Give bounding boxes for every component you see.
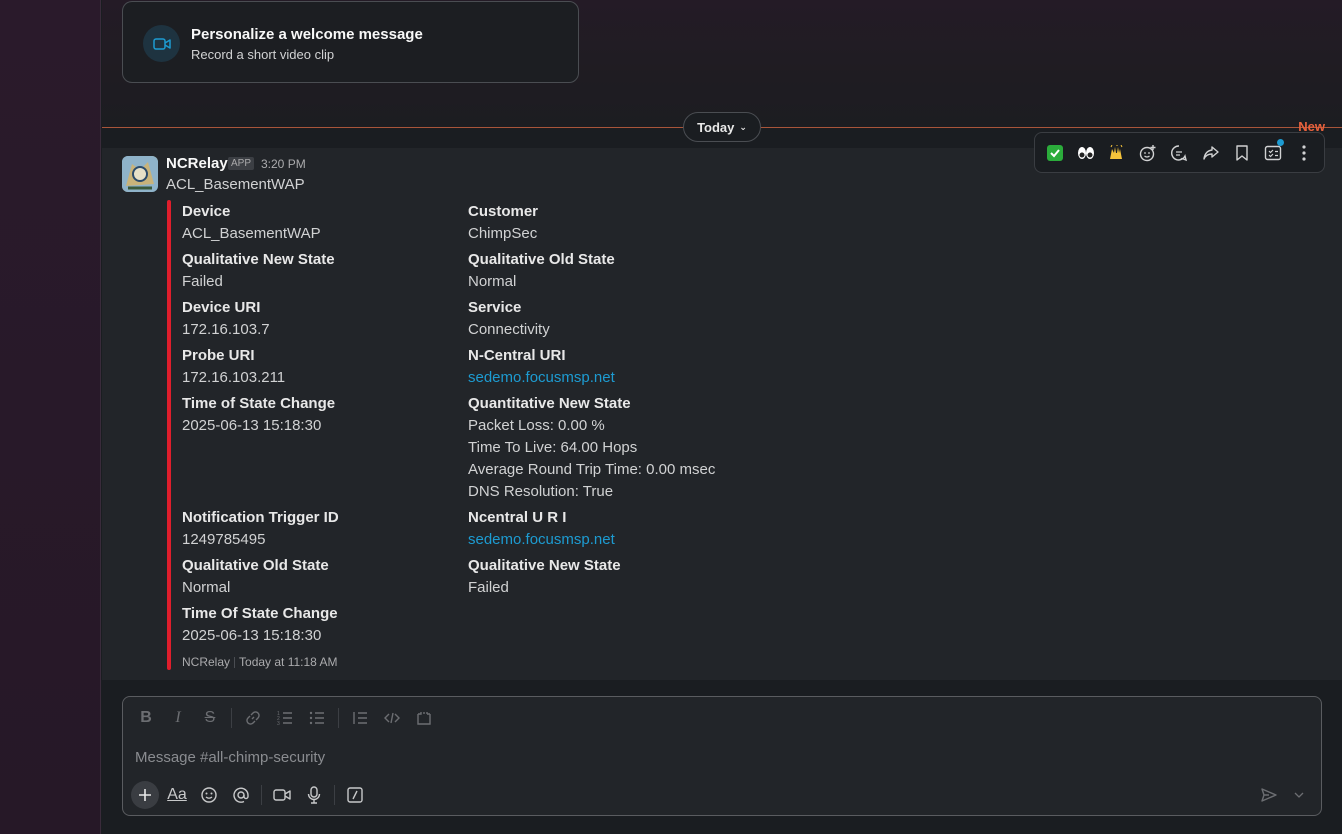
more-actions-icon[interactable] <box>1289 137 1320 169</box>
field-label: Quantitative New State <box>468 395 631 412</box>
link-icon[interactable] <box>240 705 266 731</box>
video-icon <box>143 25 180 62</box>
composer-container: B I S 123 Message #all-chimp-security Aa <box>102 680 1342 834</box>
field-label: Notification Trigger ID <box>182 509 339 526</box>
field-label: Time of State Change <box>182 395 336 412</box>
ordered-list-icon[interactable]: 123 <box>272 705 298 731</box>
bold-icon[interactable]: B <box>133 705 159 731</box>
code-icon[interactable] <box>379 705 405 731</box>
welcome-card-title: Personalize a welcome message <box>191 26 423 43</box>
field-value: 1249785495 <box>182 531 266 548</box>
field-value: DNS Resolution: True <box>468 483 614 500</box>
video-clip-icon[interactable] <box>268 781 296 809</box>
field-label: Qualitative Old State <box>182 557 329 574</box>
message[interactable]: NCRelay APP 3:20 PM ACL_BasementWAP Devi… <box>102 148 1342 680</box>
message-input[interactable] <box>135 745 1235 769</box>
italic-icon[interactable]: I <box>165 705 191 731</box>
field-value: 172.16.103.211 <box>182 369 286 386</box>
ncentral-link[interactable]: sedemo.focusmsp.net <box>468 531 615 548</box>
toolbar-divider <box>334 785 335 805</box>
microphone-icon[interactable] <box>300 781 328 809</box>
field-value: Time To Live: 64.00 Hops <box>468 439 638 456</box>
field-value: Normal <box>182 579 231 596</box>
channel-view: Personalize a welcome message Record a s… <box>102 0 1342 834</box>
field-label: Time Of State Change <box>182 605 338 622</box>
notification-dot <box>1276 138 1284 146</box>
toolbar-divider <box>261 785 262 805</box>
formatting-toggle-icon[interactable]: Aa <box>163 781 191 809</box>
field-label: Device URI <box>182 299 261 316</box>
field-value: 2025-06-13 15:18:30 <box>182 417 322 434</box>
code-block-icon[interactable] <box>411 705 437 731</box>
sender-name[interactable]: NCRelay <box>166 155 228 172</box>
footer-app-name: NCRelay <box>182 655 231 669</box>
footer-timestamp: Today at 11:18 AM <box>239 655 338 669</box>
footer-divider <box>234 657 236 669</box>
app-badge: APP <box>228 157 255 170</box>
plus-icon[interactable] <box>131 781 159 809</box>
field-label: Qualitative New State <box>182 251 335 268</box>
field-label: Qualitative New State <box>468 557 621 574</box>
ncentral-link[interactable]: sedemo.focusmsp.net <box>468 369 615 386</box>
field-label: N-Central URI <box>468 347 566 364</box>
workspace-sidebar <box>0 0 101 834</box>
svg-text:3: 3 <box>277 721 280 726</box>
field-value: 2025-06-13 15:18:30 <box>182 627 322 644</box>
avatar[interactable] <box>122 156 158 192</box>
toolbar-divider <box>338 708 339 728</box>
message-timestamp[interactable]: 3:20 PM <box>261 157 306 171</box>
field-value: Average Round Trip Time: 0.00 msec <box>468 461 716 478</box>
forward-icon[interactable] <box>1195 137 1226 169</box>
eyes-emoji-icon[interactable] <box>1070 137 1101 169</box>
chevron-down-icon[interactable] <box>1289 783 1309 807</box>
mention-icon[interactable] <box>227 781 255 809</box>
slash-command-icon[interactable] <box>341 781 369 809</box>
blockquote-icon[interactable] <box>347 705 373 731</box>
field-value: Normal <box>468 273 517 290</box>
message-composer: B I S 123 Message #all-chimp-security Aa <box>122 696 1322 816</box>
reply-thread-icon[interactable] <box>1164 137 1195 169</box>
field-value: Failed <box>182 273 223 290</box>
bulleted-list-icon[interactable] <box>304 705 330 731</box>
message-text: ACL_BasementWAP <box>166 176 305 193</box>
field-value: ACL_BasementWAP <box>182 225 321 242</box>
check-emoji-icon[interactable] <box>1039 137 1070 169</box>
date-label: Today <box>697 119 735 135</box>
strikethrough-icon[interactable]: S <box>197 705 223 731</box>
field-label: Service <box>468 299 522 316</box>
channel-intro: Personalize a welcome message Record a s… <box>102 0 1342 128</box>
bookmark-icon[interactable] <box>1226 137 1257 169</box>
toolbar-divider <box>231 708 232 728</box>
welcome-message-card[interactable]: Personalize a welcome message Record a s… <box>122 1 579 83</box>
chevron-down-icon: ⌄ <box>739 121 747 132</box>
attachment-color-bar <box>167 200 171 670</box>
field-value: Packet Loss: 0.00 % <box>468 417 605 434</box>
field-label: Customer <box>468 203 539 220</box>
field-value: ChimpSec <box>468 225 538 242</box>
field-label: Ncentral U R I <box>468 509 567 526</box>
field-label: Device <box>182 203 231 220</box>
field-label: Probe URI <box>182 347 255 364</box>
add-reaction-icon[interactable] <box>1133 137 1164 169</box>
message-actions-toolbar <box>1034 132 1325 173</box>
field-label: Qualitative Old State <box>468 251 615 268</box>
welcome-card-subtitle: Record a short video clip <box>191 47 335 62</box>
raised-hands-emoji-icon[interactable] <box>1101 137 1132 169</box>
field-value: Failed <box>468 579 509 596</box>
add-to-list-icon[interactable] <box>1258 137 1289 169</box>
attachment-footer: NCRelay Today at 11:18 AM <box>182 655 338 669</box>
emoji-icon[interactable] <box>195 781 223 809</box>
composer-actions: Aa <box>131 781 369 809</box>
field-value: 172.16.103.7 <box>182 321 270 338</box>
formatting-toolbar: B I S 123 <box>133 705 437 731</box>
field-value: Connectivity <box>468 321 550 338</box>
send-icon[interactable] <box>1257 783 1281 807</box>
date-jump-button[interactable]: Today ⌄ <box>683 112 761 142</box>
